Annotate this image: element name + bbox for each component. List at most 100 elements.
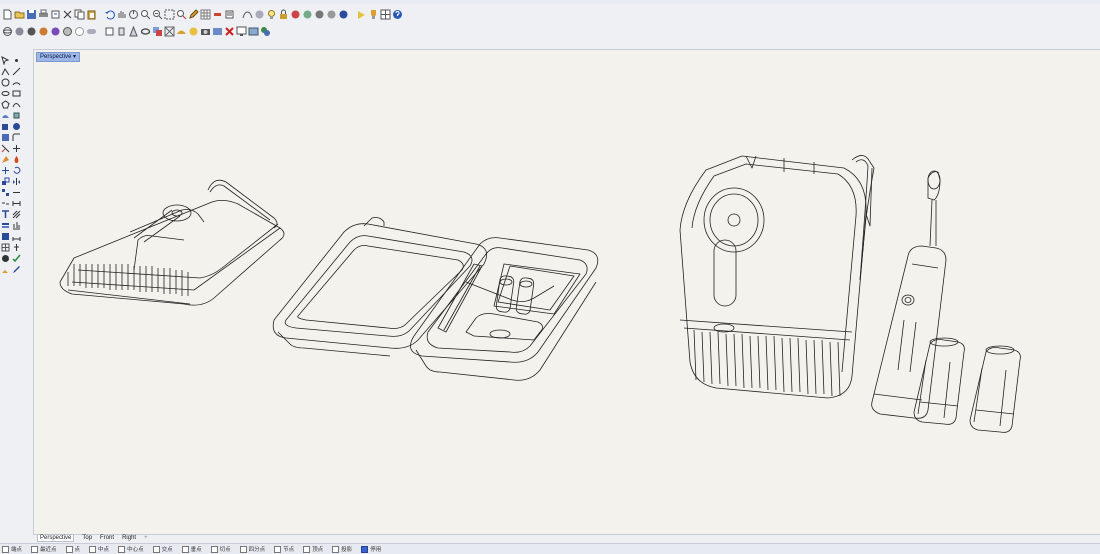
layer-red-icon[interactable] [212, 9, 223, 20]
monitor-icon[interactable] [236, 26, 247, 37]
snap-perp-checkbox[interactable] [181, 545, 189, 553]
print-icon[interactable] [38, 9, 49, 20]
perspective-viewport[interactable]: Perspective ▾ [33, 49, 1100, 535]
transform-icon[interactable] [1, 155, 10, 164]
trophy-icon[interactable] [368, 9, 379, 20]
torus-icon[interactable] [140, 26, 151, 37]
snap-tangent[interactable]: 切点 [210, 545, 231, 553]
snap-vertex[interactable]: 顶点 [303, 545, 323, 553]
zoom-icon[interactable] [140, 9, 151, 20]
render-sphere-icon[interactable] [290, 9, 301, 20]
snap-mid-checkbox[interactable] [89, 545, 97, 553]
cone-icon[interactable] [128, 25, 139, 37]
snap-near[interactable]: 最近点 [31, 545, 57, 553]
mesh-tool-icon[interactable] [1, 133, 10, 142]
curve-icon[interactable] [242, 9, 253, 20]
zoom-selected-icon[interactable] [176, 9, 187, 20]
snap-vertex-checkbox[interactable] [303, 545, 311, 553]
tab-perspective[interactable]: Perspective [37, 534, 75, 542]
curve-tool-icon[interactable] [12, 100, 21, 109]
layer-tool-icon[interactable] [1, 221, 10, 230]
artistic-sphere-icon[interactable] [38, 26, 49, 37]
trim-icon[interactable] [1, 144, 10, 153]
snap-point[interactable]: 点 [65, 545, 80, 553]
help-icon[interactable] [392, 9, 403, 20]
snap-near-checkbox[interactable] [31, 545, 39, 553]
rotate-icon[interactable] [12, 166, 21, 175]
technical-sphere-icon[interactable] [62, 26, 73, 37]
fillet-icon[interactable] [12, 133, 21, 142]
split-icon[interactable] [12, 144, 21, 153]
grid-tool-icon[interactable] [1, 243, 10, 252]
array-icon[interactable] [1, 188, 10, 197]
wireframe-sphere-icon[interactable] [2, 26, 13, 37]
info-icon[interactable] [12, 243, 21, 252]
grid-icon[interactable] [200, 9, 211, 20]
pan-hand-icon[interactable] [116, 9, 127, 20]
snap-disable-checkbox[interactable] [361, 545, 369, 553]
snap-perp[interactable]: 垂点 [181, 545, 202, 553]
rotate-view-icon[interactable] [128, 9, 139, 20]
solid-box-icon[interactable] [1, 122, 10, 131]
ellipse-icon[interactable] [1, 89, 10, 98]
pen-sphere-icon[interactable] [50, 26, 61, 37]
light-icon[interactable] [356, 9, 367, 20]
dimension-icon[interactable] [12, 199, 21, 208]
render-tool-icon[interactable] [1, 232, 10, 241]
save-icon[interactable] [26, 9, 37, 20]
boolean-icon[interactable] [152, 26, 163, 37]
properties-icon[interactable] [224, 9, 235, 20]
snap-center[interactable]: 中心点 [118, 545, 144, 553]
delete-icon[interactable] [224, 26, 235, 37]
shade-icon[interactable] [254, 9, 265, 20]
layout-icon[interactable] [380, 9, 391, 20]
cylinder-icon[interactable] [116, 26, 127, 37]
flame-icon[interactable] [12, 155, 21, 164]
viewport-title[interactable]: Perspective ▾ [36, 52, 81, 62]
snap-disable[interactable]: 停用 [361, 545, 381, 553]
material-icon[interactable] [302, 9, 313, 20]
line-icon[interactable] [12, 67, 21, 76]
lightbulb-icon[interactable] [266, 9, 277, 20]
snap-end[interactable]: 端点 [2, 545, 22, 553]
group-icon[interactable] [260, 26, 271, 37]
import-icon[interactable] [50, 9, 61, 20]
snap-knot-checkbox[interactable] [274, 545, 282, 553]
tab-right[interactable]: Right [122, 535, 136, 541]
join-icon[interactable] [12, 188, 21, 197]
polyline-icon[interactable] [1, 67, 10, 76]
surface-icon[interactable] [176, 26, 187, 37]
mesh-icon[interactable] [164, 26, 175, 37]
snap-point-checkbox[interactable] [65, 545, 73, 553]
tab-top[interactable]: Top [82, 535, 92, 541]
snap-end-checkbox[interactable] [2, 545, 9, 553]
open-folder-icon[interactable] [14, 9, 25, 20]
camera-icon[interactable] [200, 26, 211, 37]
add-tab-button[interactable]: + [144, 535, 148, 541]
sphere-gold-icon[interactable] [188, 26, 199, 37]
capsule-icon[interactable] [86, 26, 97, 37]
snap-project-checkbox[interactable] [332, 545, 340, 553]
mirror-icon[interactable] [12, 177, 21, 186]
sphere-tool-icon[interactable] [1, 254, 10, 263]
zoom-window-icon[interactable] [152, 9, 163, 20]
zoom-extents-icon[interactable] [164, 9, 175, 20]
undo-icon[interactable] [104, 9, 115, 20]
hatch-icon[interactable] [12, 210, 21, 219]
snap-tangent-checkbox[interactable] [210, 545, 218, 553]
extrude-icon[interactable] [12, 111, 21, 120]
snapshot-icon[interactable] [248, 26, 259, 37]
analyze-icon[interactable] [12, 221, 21, 230]
check-icon[interactable] [12, 254, 21, 263]
snap-center-checkbox[interactable] [118, 545, 126, 553]
cut-icon[interactable] [62, 9, 73, 20]
surface-tool-icon[interactable] [1, 111, 10, 120]
snap-quad[interactable]: 四分点 [239, 545, 265, 553]
paint-icon[interactable] [1, 265, 10, 274]
text-icon[interactable] [1, 210, 10, 219]
snap-knot[interactable]: 节点 [274, 545, 294, 553]
new-file-icon[interactable] [2, 9, 13, 20]
copy-icon[interactable] [74, 9, 85, 20]
circle-icon[interactable] [1, 78, 10, 87]
select-arrow-icon[interactable] [1, 56, 10, 65]
